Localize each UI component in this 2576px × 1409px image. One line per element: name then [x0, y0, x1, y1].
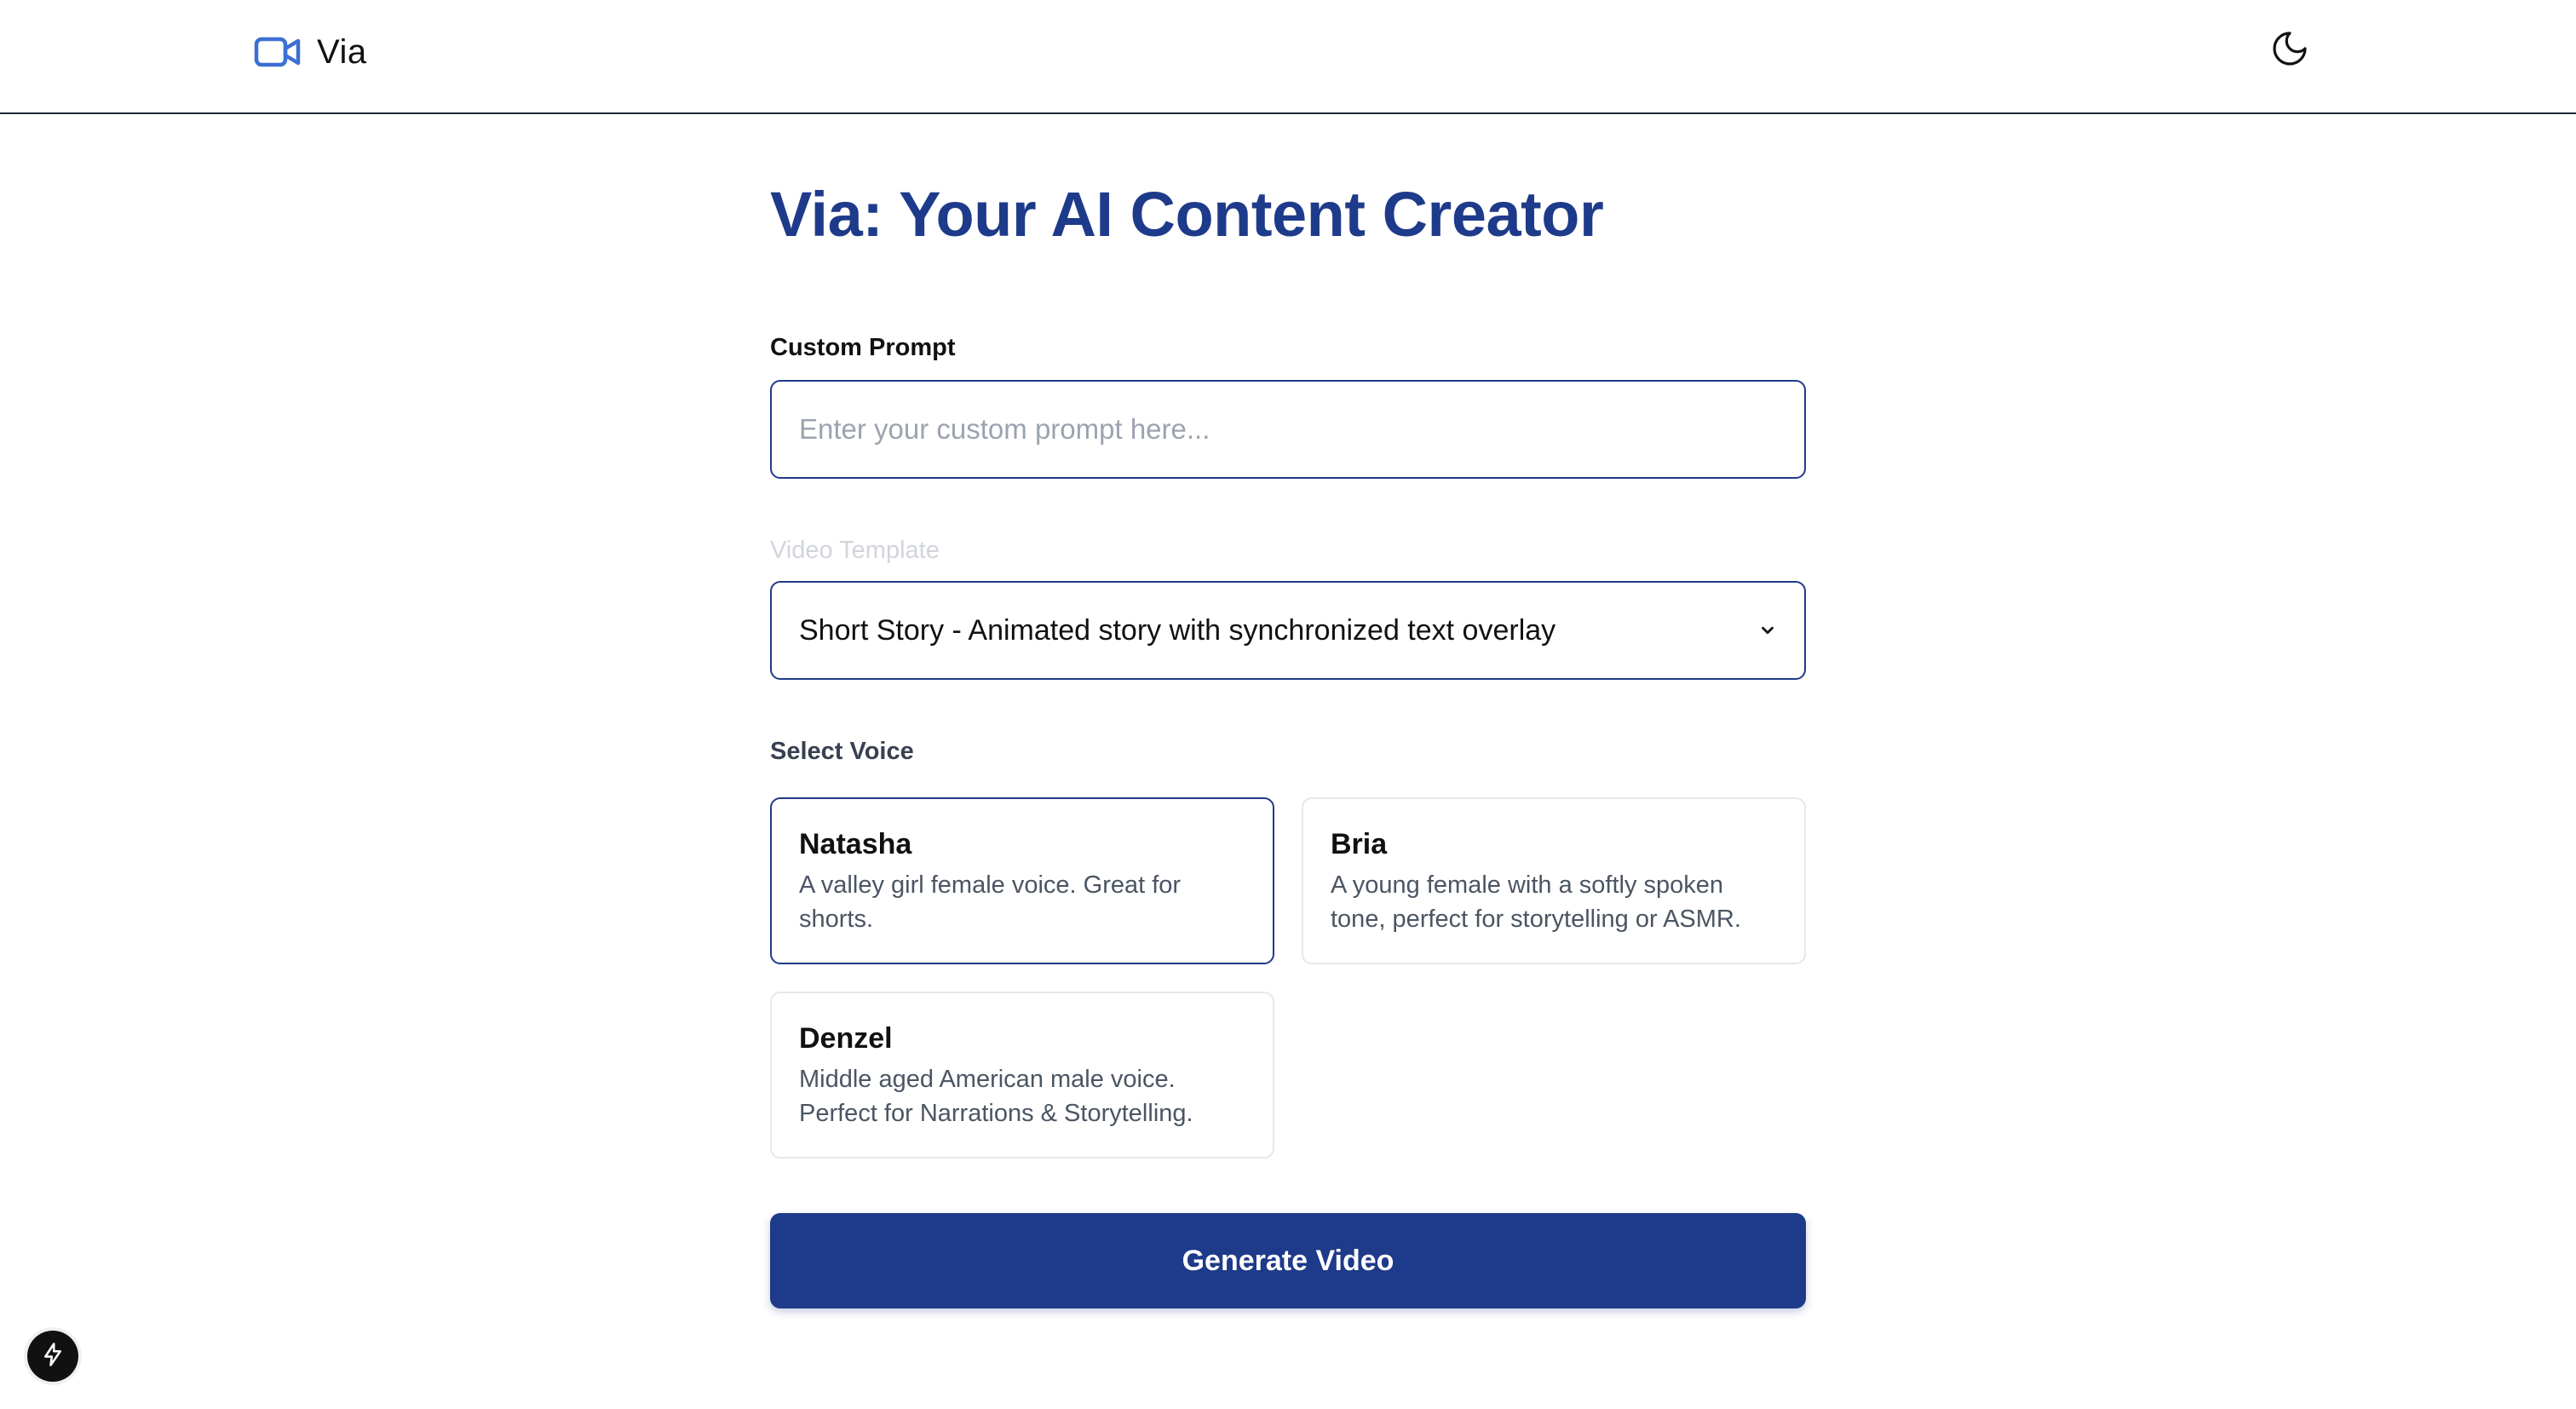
main-content: Via: Your AI Content Creator Custom Prom… [770, 170, 1806, 1308]
voice-card-denzel[interactable]: Denzel Middle aged American male voice. … [770, 992, 1274, 1159]
brand-home-link[interactable]: Via [254, 26, 367, 78]
voice-description: A valley girl female voice. Great for sh… [799, 871, 1182, 933]
page: Via Via: Your AI Content Creator Custom … [0, 0, 2576, 1409]
top-navbar: Via [0, 0, 2576, 114]
theme-toggle-button[interactable] [2266, 26, 2314, 73]
voice-name: Denzel [799, 1022, 893, 1055]
voice-description: Middle aged American male voice. Perfect… [799, 1066, 1193, 1127]
custom-prompt-label: Custom Prompt [770, 334, 956, 361]
brand-name: Via [317, 32, 367, 71]
page-title: Via: Your AI Content Creator [770, 179, 1604, 250]
custom-prompt-input[interactable] [770, 380, 1806, 479]
select-voice-label: Select Voice [770, 738, 914, 765]
voice-card-natasha[interactable]: Natasha A valley girl female voice. Grea… [770, 797, 1274, 964]
voice-card-bria[interactable]: Bria A young female with a softly spoken… [1302, 797, 1806, 964]
voice-name: Bria [1331, 828, 1388, 860]
dev-tools-badge[interactable] [27, 1331, 78, 1382]
voice-name: Natasha [799, 828, 912, 860]
video-template-label: Video Template [770, 537, 940, 564]
voice-description: A young female with a softly spoken tone… [1331, 871, 1741, 933]
chevron-down-icon [1758, 621, 1777, 640]
generate-video-button[interactable]: Generate Video [770, 1213, 1806, 1308]
moon-icon [2269, 28, 2310, 72]
lightning-bolt-icon [40, 1342, 66, 1372]
video-template-select[interactable]: Short Story - Animated story with synchr… [770, 581, 1806, 680]
video-camera-icon [254, 35, 302, 69]
video-template-selected-value: Short Story - Animated story with synchr… [799, 613, 1556, 647]
